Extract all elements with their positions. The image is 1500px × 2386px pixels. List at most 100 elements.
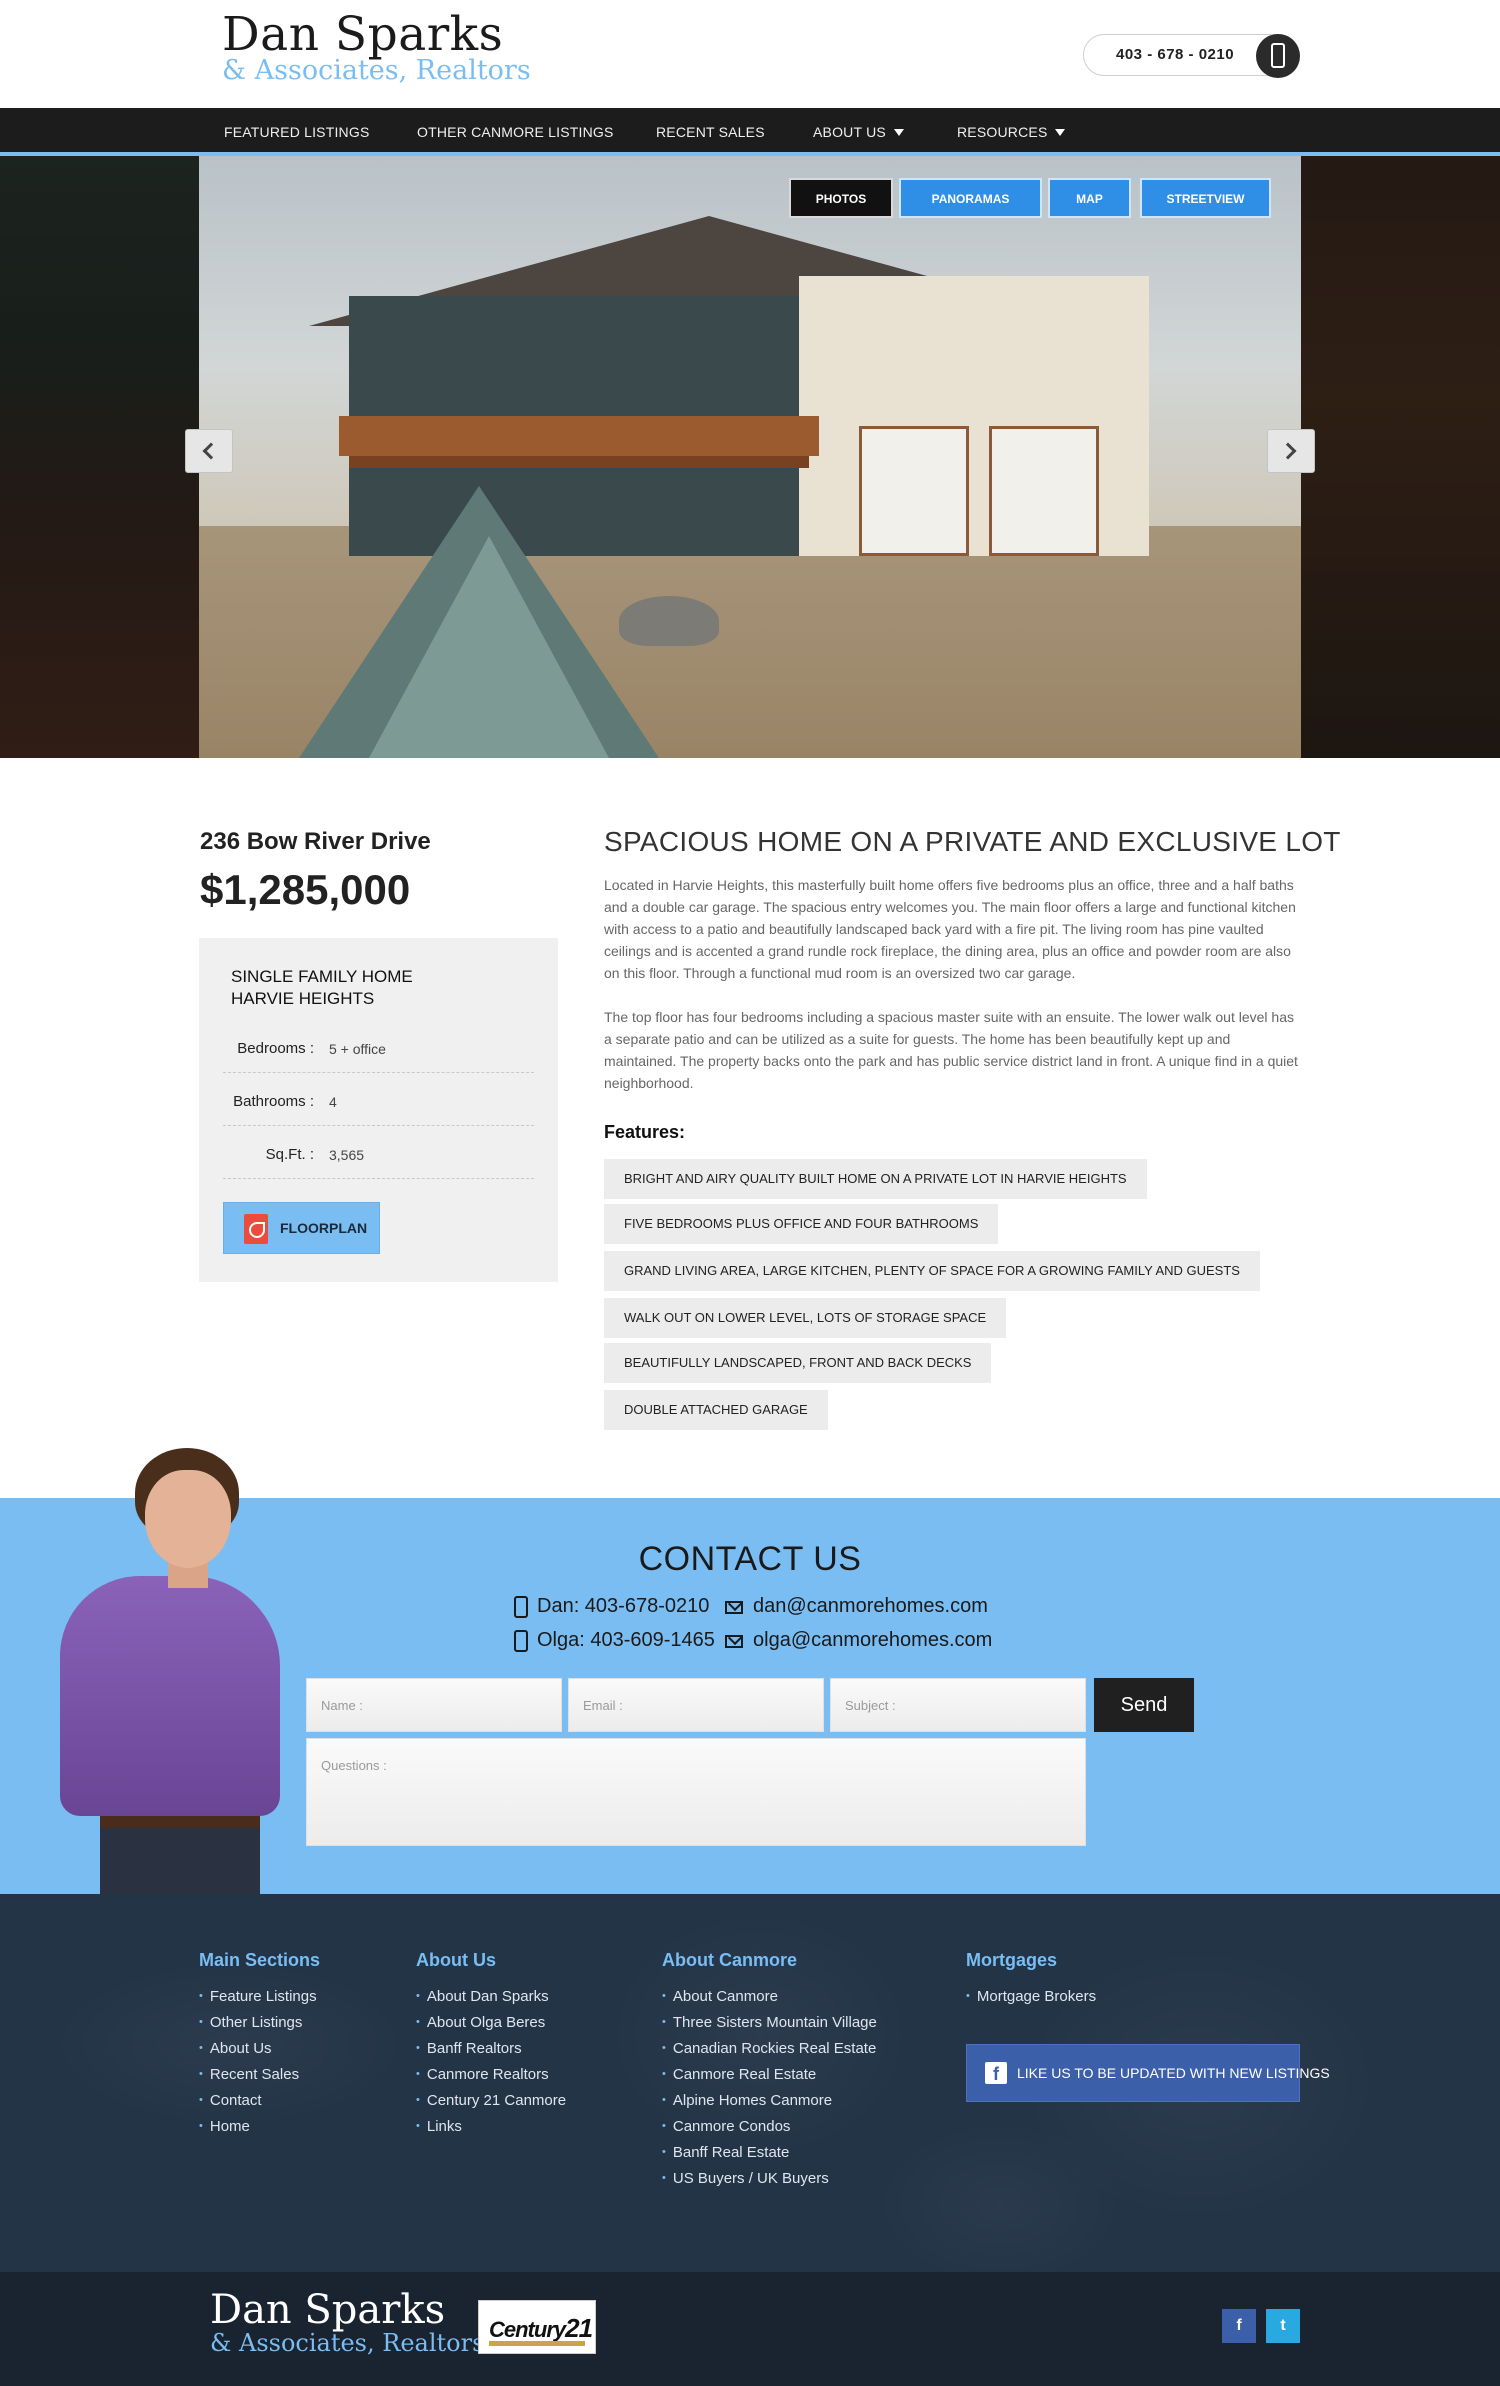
footer-link[interactable]: Century 21 Canmore <box>416 2092 566 2109</box>
listing-address: 236 Bow River Drive <box>200 828 431 855</box>
facebook-like-label: LIKE US TO BE UPDATED WITH NEW LISTINGS <box>1017 2065 1330 2081</box>
footer-link[interactable]: US Buyers / UK Buyers <box>662 2170 829 2187</box>
footer-link[interactable]: Canmore Realtors <box>416 2066 549 2083</box>
olga-phone[interactable]: Olga: 403-609-1465 <box>537 1629 715 1652</box>
footer-heading-main-sections: Main Sections <box>199 1950 321 1970</box>
floorplan-button[interactable]: FLOORPLAN <box>223 1202 380 1254</box>
footer-link[interactable]: Banff Realtors <box>416 2040 522 2057</box>
footer-logo[interactable]: Dan Sparks & Associates, Realtors <box>210 2288 484 2356</box>
facebook-like-button[interactable]: f LIKE US TO BE UPDATED WITH NEW LISTING… <box>966 2044 1330 2102</box>
facebook-icon[interactable]: f <box>1222 2309 1256 2343</box>
chevron-right-icon <box>1279 442 1297 460</box>
tab-panoramas[interactable]: PANORAMAS <box>899 178 1042 218</box>
detail-row-bathrooms: Bathrooms : 4 <box>223 1073 534 1126</box>
floorplan-label: FLOORPLAN <box>280 1220 368 1236</box>
detail-row-sqft: Sq.Ft. : 3,565 <box>223 1126 534 1179</box>
logo-sub-text: & Associates, Realtors <box>222 55 531 86</box>
footer-link[interactable]: Alpine Homes Canmore <box>662 2092 832 2109</box>
questions-field[interactable]: Questions : <box>306 1738 1086 1846</box>
features-heading: Features: <box>604 1122 686 1142</box>
dan-email[interactable]: dan@canmorehomes.com <box>753 1595 988 1618</box>
detail-value: 3,565 <box>329 1147 365 1163</box>
preview-dim <box>1301 156 1500 758</box>
subject-field[interactable]: Subject : <box>830 1678 1086 1732</box>
listing-type-label: SINGLE FAMILY HOME <box>231 967 413 986</box>
footer-link[interactable]: About Us <box>199 2040 272 2057</box>
detail-label: Bathrooms : <box>233 1093 314 1110</box>
nav-item-about-us[interactable]: ABOUT US <box>813 108 904 152</box>
footer-link[interactable]: Recent Sales <box>199 2066 299 2083</box>
facebook-icon: f <box>985 2062 1007 2084</box>
footer-heading-mortgages: Mortgages <box>966 1950 1058 1970</box>
footer-link[interactable]: About Olga Beres <box>416 2014 545 2031</box>
contact-title: CONTACT US <box>638 1540 862 1578</box>
mail-icon <box>725 1635 743 1648</box>
name-placeholder: Name : <box>321 1698 363 1713</box>
name-field[interactable]: Name : <box>306 1678 562 1732</box>
listing-description-1: Located in Harvie Heights, this masterfu… <box>604 877 1296 981</box>
agent-photo <box>40 1448 280 1894</box>
feature-item: GRAND LIVING AREA, LARGE KITCHEN, PLENTY… <box>604 1251 1260 1291</box>
site-logo[interactable]: Dan Sparks & Associates, Realtors <box>222 8 531 86</box>
nav-item-other-canmore-listings[interactable]: OTHER CANMORE LISTINGS <box>417 108 614 152</box>
listing-type: SINGLE FAMILY HOME HARVIE HEIGHTS <box>231 966 413 1010</box>
caret-down-icon <box>893 129 904 136</box>
photo-slider[interactable]: PHOTOS PANORAMAS MAP STREETVIEW <box>0 156 1500 758</box>
detail-row-bedrooms: Bedrooms : 5 + office <box>223 1020 534 1073</box>
footer-link[interactable]: Mortgage Brokers <box>966 1988 1096 2005</box>
nav-item-recent-sales[interactable]: RECENT SALES <box>656 108 765 152</box>
next-photo-button[interactable] <box>1267 429 1315 473</box>
footer-link[interactable]: About Dan Sparks <box>416 1988 549 2005</box>
prev-photo-button[interactable] <box>185 429 233 473</box>
nav-item-resources[interactable]: RESOURCES <box>957 108 1066 152</box>
pdf-icon <box>244 1214 268 1244</box>
footer-heading-about-canmore: About Canmore <box>662 1950 797 1970</box>
footer-logo-sub: & Associates, Realtors <box>210 2329 485 2357</box>
feature-item: BRIGHT AND AIRY QUALITY BUILT HOME ON A … <box>604 1159 1147 1199</box>
footer-link[interactable]: Home <box>199 2118 250 2135</box>
footer-link[interactable]: Canadian Rockies Real Estate <box>662 2040 876 2057</box>
chevron-left-icon <box>202 442 220 460</box>
mail-icon <box>725 1601 743 1614</box>
caret-down-icon <box>1055 129 1066 136</box>
tab-photos[interactable]: PHOTOS <box>789 178 893 218</box>
email-placeholder: Email : <box>583 1698 623 1713</box>
listing-info-box: SINGLE FAMILY HOME HARVIE HEIGHTS Bedroo… <box>199 938 558 1282</box>
email-field[interactable]: Email : <box>568 1678 824 1732</box>
listing-main-photo <box>199 156 1301 758</box>
century21-logo: Century21 <box>478 2300 596 2354</box>
footer-link[interactable]: Other Listings <box>199 2014 303 2031</box>
listing-area-label: HARVIE HEIGHTS <box>231 989 375 1008</box>
nav-item-featured-listings[interactable]: FEATURED LISTINGS <box>224 108 370 152</box>
footer-link[interactable]: Banff Real Estate <box>662 2144 789 2161</box>
footer-logo-main: Dan Sparks <box>210 2287 446 2333</box>
tab-streetview[interactable]: STREETVIEW <box>1140 178 1271 218</box>
detail-label: Bedrooms : <box>237 1040 314 1057</box>
send-button[interactable]: Send <box>1094 1678 1194 1732</box>
tab-map[interactable]: MAP <box>1048 178 1131 218</box>
questions-placeholder: Questions : <box>321 1758 387 1773</box>
mobile-phone-icon <box>514 1596 528 1618</box>
mobile-phone-icon <box>514 1630 528 1652</box>
feature-item: WALK OUT ON LOWER LEVEL, LOTS OF STORAGE… <box>604 1298 1007 1338</box>
twitter-icon[interactable]: t <box>1266 2309 1300 2343</box>
footer-link[interactable]: Canmore Condos <box>662 2118 791 2135</box>
footer-link[interactable]: Canmore Real Estate <box>662 2066 816 2083</box>
header-phone-number: 403 - 678 - 0210 <box>1116 46 1235 63</box>
dan-phone[interactable]: Dan: 403-678-0210 <box>537 1595 709 1618</box>
olga-email[interactable]: olga@canmorehomes.com <box>753 1629 992 1652</box>
header-phone[interactable]: 403 - 678 - 0210 <box>1083 34 1300 78</box>
feature-item: BEAUTIFULLY LANDSCAPED, FRONT AND BACK D… <box>604 1343 992 1383</box>
footer-link[interactable]: Contact <box>199 2092 262 2109</box>
footer-heading-about-us: About Us <box>416 1950 496 1970</box>
feature-item: DOUBLE ATTACHED GARAGE <box>604 1390 828 1430</box>
footer-link[interactable]: Three Sisters Mountain Village <box>662 2014 877 2031</box>
detail-value: 5 + office <box>329 1041 386 1057</box>
feature-item: FIVE BEDROOMS PLUS OFFICE AND FOUR BATHR… <box>604 1204 999 1244</box>
footer-link[interactable]: About Canmore <box>662 1988 778 2005</box>
footer-link[interactable]: Feature Listings <box>199 1988 317 2005</box>
site-header: Dan Sparks & Associates, Realtors 403 - … <box>0 0 1500 108</box>
subject-placeholder: Subject : <box>845 1698 896 1713</box>
footer-link[interactable]: Links <box>416 2118 462 2135</box>
detail-value: 4 <box>329 1094 337 1110</box>
